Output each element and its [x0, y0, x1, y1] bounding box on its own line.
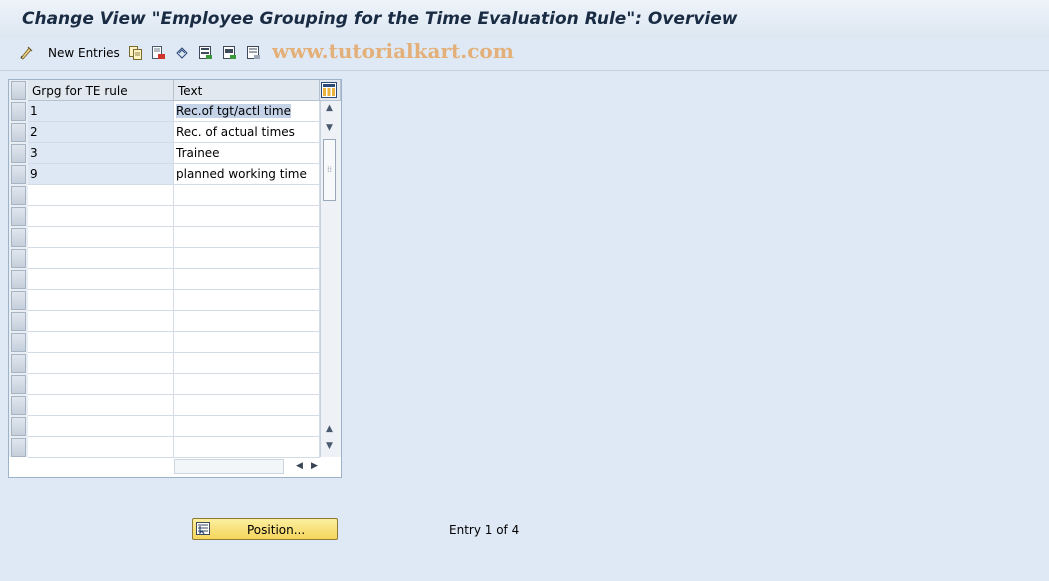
cell-text-value: Rec.of tgt/actl time [176, 104, 291, 118]
delete-icon[interactable] [151, 45, 166, 60]
horizontal-scroll-track[interactable] [174, 459, 284, 474]
cell-text[interactable] [174, 248, 320, 269]
row-selector[interactable] [11, 249, 26, 268]
row-selector[interactable] [11, 312, 26, 331]
cell-group[interactable] [28, 374, 174, 395]
scroll-left-arrow-icon[interactable]: ◀ [296, 461, 303, 471]
table-settings-icon[interactable] [321, 82, 337, 98]
cell-text[interactable]: Rec. of actual times [174, 122, 320, 143]
cell-text[interactable] [174, 269, 320, 290]
cell-text[interactable]: Rec.of tgt/actl time [174, 101, 320, 122]
scroll-thumb[interactable]: ⁞⁞ [323, 139, 336, 201]
table-control: Grpg for TE rule Text 1 Rec.of tgt/actl t… [8, 79, 342, 478]
column-header-group[interactable]: Grpg for TE rule [28, 80, 174, 101]
column-header-text[interactable]: Text [174, 80, 320, 101]
cell-group[interactable] [28, 227, 174, 248]
cell-text-value: Trainee [176, 146, 220, 160]
cell-group[interactable]: 2 [28, 122, 174, 143]
cell-group[interactable]: 3 [28, 143, 174, 164]
cell-text[interactable] [174, 437, 320, 458]
display-change-icon[interactable] [19, 45, 34, 60]
cell-group[interactable] [28, 185, 174, 206]
undo-icon[interactable] [174, 45, 189, 60]
cell-text[interactable] [174, 185, 320, 206]
position-icon [196, 522, 210, 535]
cell-group[interactable] [28, 248, 174, 269]
cell-text[interactable]: planned working time [174, 164, 320, 185]
row-selector[interactable] [11, 438, 26, 457]
row-selector[interactable] [11, 333, 26, 352]
scroll-up-arrow-icon[interactable]: ▲ [326, 103, 333, 113]
row-selector[interactable] [11, 417, 26, 436]
row-selector[interactable] [11, 186, 26, 205]
row-selector[interactable] [11, 102, 26, 121]
watermark-text: www.tutorialkart.com [272, 39, 514, 63]
select-all-rows-button[interactable] [11, 81, 26, 100]
row-selector[interactable] [11, 291, 26, 310]
row-selector[interactable] [11, 354, 26, 373]
row-selector[interactable] [11, 144, 26, 163]
cell-text-value: Rec. of actual times [176, 125, 295, 139]
row-selector[interactable] [11, 396, 26, 415]
scroll-page-down-icon[interactable]: ▼ [326, 441, 333, 451]
cell-group[interactable] [28, 395, 174, 416]
scroll-down-arrow-icon[interactable]: ▼ [326, 123, 333, 133]
cell-text[interactable] [174, 206, 320, 227]
application-toolbar: New Entries www.tutorialkart.com [0, 38, 1049, 71]
cell-group[interactable] [28, 416, 174, 437]
cell-group[interactable] [28, 437, 174, 458]
vertical-scrollbar[interactable]: ▲ ▼ ⁞⁞ ▲ ▼ [320, 101, 341, 457]
cell-group[interactable]: 1 [28, 101, 174, 122]
horizontal-scrollbar[interactable]: ◀ ▶ [174, 457, 320, 476]
cell-text[interactable] [174, 416, 320, 437]
cell-text[interactable] [174, 374, 320, 395]
position-button[interactable]: Position... [192, 518, 338, 540]
cell-group[interactable] [28, 206, 174, 227]
deselect-all-icon[interactable] [246, 45, 261, 60]
title-bar: Change View "Employee Grouping for the T… [0, 0, 1049, 39]
cell-group[interactable] [28, 290, 174, 311]
cell-text[interactable] [174, 290, 320, 311]
cell-group[interactable] [28, 311, 174, 332]
scroll-page-up-icon[interactable]: ▲ [326, 424, 333, 434]
row-selector[interactable] [11, 207, 26, 226]
column-settings-header [320, 80, 341, 101]
cell-text[interactable] [174, 311, 320, 332]
select-all-icon[interactable] [198, 45, 213, 60]
cell-group[interactable]: 9 [28, 164, 174, 185]
entry-counter: Entry 1 of 4 [449, 523, 520, 537]
row-selector[interactable] [11, 270, 26, 289]
cell-group[interactable] [28, 332, 174, 353]
cell-text[interactable]: Trainee [174, 143, 320, 164]
cell-group[interactable] [28, 353, 174, 374]
cell-text[interactable] [174, 353, 320, 374]
scroll-right-arrow-icon[interactable]: ▶ [311, 461, 318, 471]
new-entries-button[interactable]: New Entries [48, 46, 120, 60]
row-selector[interactable] [11, 375, 26, 394]
position-button-label: Position... [247, 523, 306, 537]
cell-text-value: planned working time [176, 167, 307, 181]
row-selector[interactable] [11, 123, 26, 142]
copy-icon[interactable] [128, 45, 143, 60]
page-title: Change View "Employee Grouping for the T… [22, 9, 738, 29]
cell-group[interactable] [28, 269, 174, 290]
select-block-icon[interactable] [222, 45, 237, 60]
row-selector[interactable] [11, 228, 26, 247]
row-selector-column [9, 80, 28, 457]
cell-text[interactable] [174, 227, 320, 248]
cell-text[interactable] [174, 332, 320, 353]
cell-text[interactable] [174, 395, 320, 416]
row-selector[interactable] [11, 165, 26, 184]
